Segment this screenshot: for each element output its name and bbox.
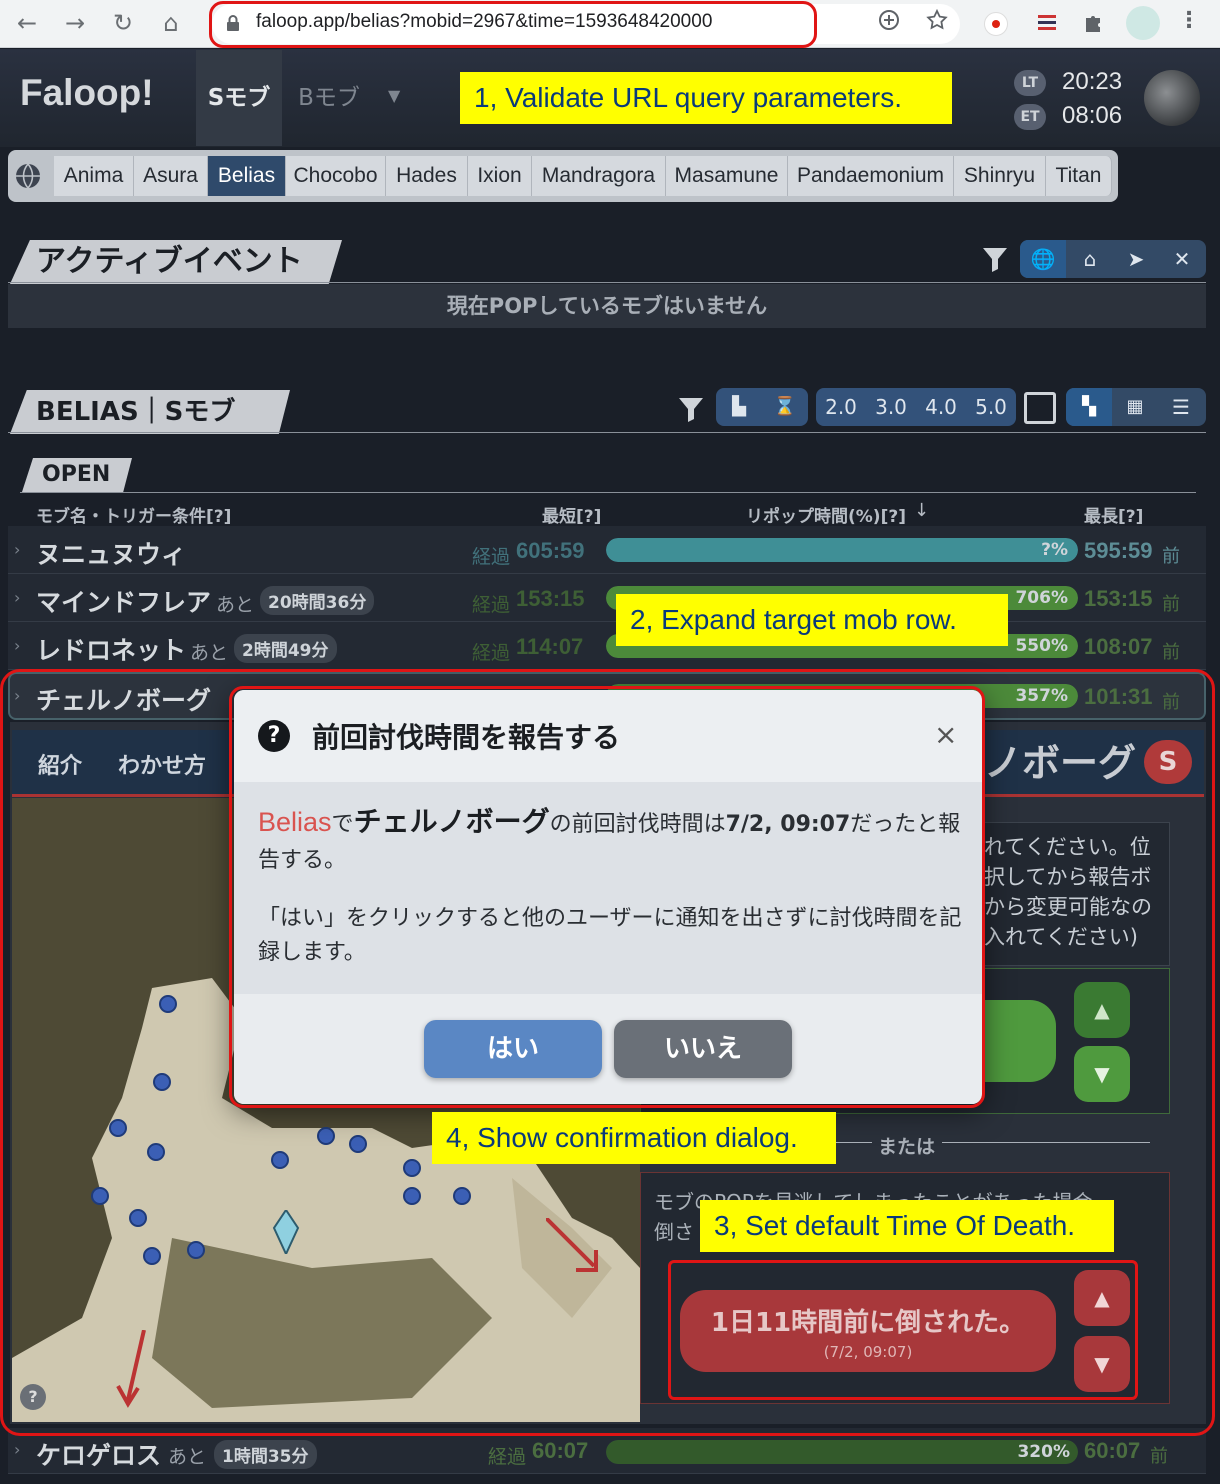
mob-name[interactable]: レドロネット: [36, 631, 186, 667]
tab-s-mob[interactable]: Sモブ: [196, 50, 282, 146]
reload-icon[interactable]: ↻: [106, 6, 140, 40]
annotation-box-dialog: [229, 686, 985, 1108]
repop-percent: ?%: [1041, 540, 1068, 560]
forward-icon[interactable]: →: [58, 6, 92, 40]
max-suffix: 前: [1150, 1446, 1168, 1467]
annotation-step1: 1, Validate URL query parameters.: [460, 72, 952, 124]
bookmark-star-icon[interactable]: [922, 8, 952, 38]
mob-filter-icon[interactable]: [676, 394, 706, 424]
world-tab-shinryu[interactable]: Shinryu: [954, 156, 1046, 196]
max-time: 108:07: [1084, 634, 1153, 659]
repop-percent: 320%: [1017, 1442, 1070, 1462]
lt-label: LT: [1014, 70, 1046, 96]
remaining-prefix: あと: [168, 1446, 207, 1468]
column-max[interactable]: 最長[?]: [1084, 502, 1143, 527]
patch-3-button[interactable]: 3.0: [866, 388, 916, 426]
row-expand-icon[interactable]: ›: [14, 540, 20, 559]
section-divider: [8, 432, 1206, 433]
world-tab-mandragora[interactable]: Mandragora: [532, 156, 666, 196]
scope-home-icon[interactable]: ⌂: [1068, 240, 1112, 278]
elapsed-time: 153:15: [516, 586, 585, 611]
elapsed-prefix: 経過: [472, 642, 511, 664]
max-time: 60:07: [1084, 1438, 1141, 1463]
remaining-time: 20時間36分: [260, 586, 375, 615]
moon-phase-icon: [1144, 70, 1200, 126]
local-time: 20:23: [1062, 68, 1123, 95]
column-name[interactable]: モブ名・トリガー条件[?]: [36, 502, 231, 527]
annotation-box-default-tod: [668, 1260, 1138, 1400]
tab-dropdown-icon[interactable]: ▼: [388, 86, 400, 105]
annotation-box-url: [209, 1, 817, 48]
patch-4-button[interactable]: 4.0: [916, 388, 966, 426]
extension-flag-icon[interactable]: [1034, 12, 1060, 34]
remaining-time: 1時間35分: [214, 1440, 317, 1469]
no-active-mob-message: 現在POPしているモブはいません: [8, 284, 1206, 328]
elapsed-time: 60:07: [532, 1438, 589, 1463]
world-tab-asura[interactable]: Asura: [134, 156, 208, 196]
annotation-step4: 4, Show confirmation dialog.: [432, 1112, 836, 1164]
view-list-icon[interactable]: ☰: [1158, 388, 1204, 426]
hourglass-icon[interactable]: ⌛: [762, 388, 808, 426]
elapsed-time: 114:07: [516, 634, 584, 659]
remaining-prefix: あと: [216, 594, 255, 616]
mob-name[interactable]: ヌニュヌウィ: [36, 535, 186, 571]
world-tab-masamune[interactable]: Masamune: [666, 156, 788, 196]
view-card-icon[interactable]: ▚: [1066, 388, 1112, 426]
view-map-icon[interactable]: ▦: [1112, 388, 1158, 426]
profile-avatar[interactable]: [1126, 6, 1160, 40]
max-suffix: 前: [1162, 546, 1180, 567]
annotation-step2: 2, Expand target mob row.: [616, 594, 1008, 646]
eorzea-time: 08:06: [1062, 102, 1123, 129]
row-expand-icon[interactable]: ›: [14, 1440, 20, 1459]
elapsed-time: 605:59: [516, 538, 585, 563]
mob-name[interactable]: ケロゲロス: [36, 1436, 161, 1472]
home-icon[interactable]: ⌂: [154, 6, 188, 40]
sort-desc-icon[interactable]: ↓: [914, 500, 929, 521]
elapsed-prefix: 経過: [488, 1446, 527, 1468]
row-expand-icon[interactable]: ›: [14, 636, 20, 655]
elapsed-prefix: 経過: [472, 594, 511, 616]
elapsed-prefix: 経過: [472, 546, 511, 568]
open-label: OPEN: [22, 458, 132, 492]
max-suffix: 前: [1162, 594, 1180, 615]
globe-icon: [14, 162, 42, 190]
install-app-icon[interactable]: [874, 8, 904, 38]
column-min[interactable]: 最短[?]: [542, 502, 601, 527]
mob-name[interactable]: マインドフレア: [36, 583, 211, 619]
fullscreen-icon[interactable]: [1024, 392, 1056, 424]
remaining-prefix: あと: [190, 642, 229, 664]
site-logo[interactable]: Faloop!: [20, 72, 154, 114]
scope-cursor-icon[interactable]: ➤: [1114, 240, 1158, 278]
extension-jp-icon[interactable]: [984, 12, 1008, 36]
max-time: 595:59: [1084, 538, 1153, 563]
world-tab-pandaemonium[interactable]: Pandaemonium: [788, 156, 954, 196]
open-divider: [20, 492, 1196, 493]
column-repop[interactable]: リポップ時間(%)[?]: [746, 502, 906, 527]
menu-kebab-icon[interactable]: ⋮: [1174, 8, 1204, 33]
annotation-step3: 3, Set default Time Of Death.: [700, 1200, 1114, 1252]
world-tab-chocobo[interactable]: Chocobo: [286, 156, 386, 196]
row-expand-icon[interactable]: ›: [14, 588, 20, 607]
back-icon[interactable]: ←: [10, 6, 44, 40]
world-tab-belias[interactable]: Belias: [208, 156, 286, 196]
scope-world-icon[interactable]: 🌐: [1020, 240, 1066, 278]
max-suffix: 前: [1162, 642, 1180, 663]
pop-icon[interactable]: ▙: [716, 388, 762, 426]
filter-icon[interactable]: [980, 244, 1010, 274]
patch-2-button[interactable]: 2.0: [816, 388, 866, 426]
section-divider: [8, 282, 1206, 283]
world-tab-hades[interactable]: Hades: [386, 156, 468, 196]
world-tab-ixion[interactable]: Ixion: [468, 156, 532, 196]
max-time: 153:15: [1084, 586, 1153, 611]
scope-tools-icon[interactable]: ✕: [1160, 240, 1204, 278]
active-events-title: アクティブイベント: [10, 240, 342, 284]
et-label: ET: [1014, 104, 1046, 130]
extensions-puzzle-icon[interactable]: [1080, 10, 1106, 36]
world-tab-anima[interactable]: Anima: [54, 156, 134, 196]
tab-b-mob[interactable]: Bモブ: [286, 50, 372, 146]
remaining-time: 2時間49分: [234, 634, 337, 663]
world-tab-titan[interactable]: Titan: [1046, 156, 1112, 196]
patch-5-button[interactable]: 5.0: [966, 388, 1016, 426]
mob-section-title: BELIAS｜Sモブ: [10, 390, 290, 434]
